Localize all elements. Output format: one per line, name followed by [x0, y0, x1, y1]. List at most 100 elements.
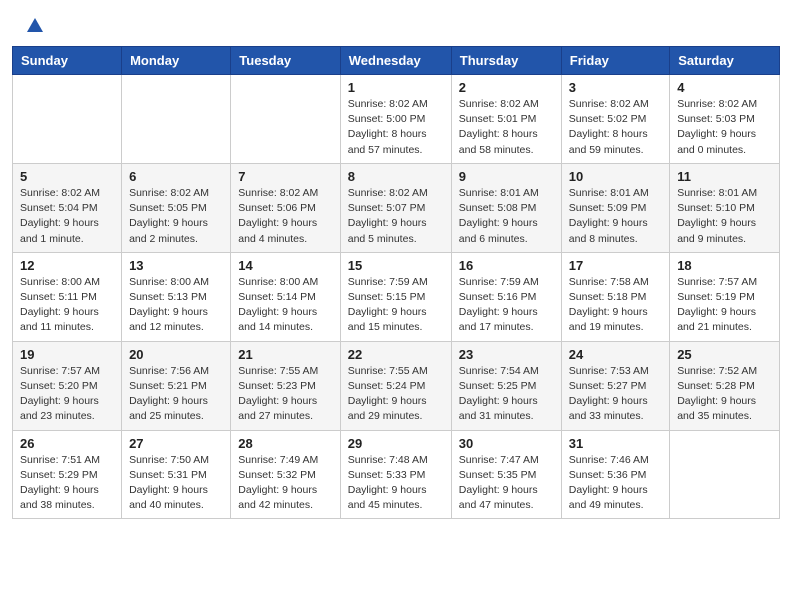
calendar-day-cell: 30 Sunrise: 7:47 AM Sunset: 5:35 PM Dayli…	[451, 430, 561, 519]
calendar-day-cell	[231, 75, 340, 164]
day-number: 2	[459, 80, 554, 95]
calendar-day-cell: 9Sunrise: 8:01 AM Sunset: 5:08 PM Daylig…	[451, 163, 561, 252]
calendar-week-row: 26 Sunrise: 7:51 AM Sunset: 5:29 PM Dayli…	[13, 430, 780, 519]
calendar-day-cell: 15 Sunrise: 7:59 AM Sunset: 5:15 PM Dayli…	[340, 252, 451, 341]
calendar-day-cell: 7 Sunrise: 8:02 AM Sunset: 5:06 PM Daylig…	[231, 163, 340, 252]
calendar-day-cell: 27 Sunrise: 7:50 AM Sunset: 5:31 PM Dayli…	[122, 430, 231, 519]
day-number: 25	[677, 347, 772, 362]
day-number: 7	[238, 169, 332, 184]
calendar-day-cell: 12Sunrise: 8:00 AM Sunset: 5:11 PM Dayli…	[13, 252, 122, 341]
day-number: 31	[569, 436, 662, 451]
logo	[24, 18, 44, 36]
calendar-day-cell: 4 Sunrise: 8:02 AM Sunset: 5:03 PM Daylig…	[670, 75, 780, 164]
day-info: Sunrise: 8:02 AM Sunset: 5:00 PM Dayligh…	[348, 97, 444, 158]
calendar-day-cell: 1 Sunrise: 8:02 AM Sunset: 5:00 PM Daylig…	[340, 75, 451, 164]
day-number: 29	[348, 436, 444, 451]
calendar-day-cell: 25 Sunrise: 7:52 AM Sunset: 5:28 PM Dayli…	[670, 341, 780, 430]
day-number: 4	[677, 80, 772, 95]
day-number: 10	[569, 169, 662, 184]
dow-header: Saturday	[670, 47, 780, 75]
day-info: Sunrise: 7:59 AM Sunset: 5:16 PM Dayligh…	[459, 275, 554, 336]
day-info: Sunrise: 8:02 AM Sunset: 5:03 PM Dayligh…	[677, 97, 772, 158]
calendar-day-cell: 3Sunrise: 8:02 AM Sunset: 5:02 PM Daylig…	[561, 75, 669, 164]
day-number: 12	[20, 258, 114, 273]
day-number: 9	[459, 169, 554, 184]
calendar-day-cell: 22 Sunrise: 7:55 AM Sunset: 5:24 PM Dayli…	[340, 341, 451, 430]
day-number: 1	[348, 80, 444, 95]
calendar-wrapper: SundayMondayTuesdayWednesdayThursdayFrid…	[0, 46, 792, 531]
logo-triangle-icon	[26, 16, 44, 34]
calendar-day-cell: 6 Sunrise: 8:02 AM Sunset: 5:05 PM Daylig…	[122, 163, 231, 252]
day-info: Sunrise: 7:46 AM Sunset: 5:36 PM Dayligh…	[569, 453, 662, 514]
day-number: 11	[677, 169, 772, 184]
day-info: Sunrise: 7:47 AM Sunset: 5:35 PM Dayligh…	[459, 453, 554, 514]
day-info: Sunrise: 7:53 AM Sunset: 5:27 PM Dayligh…	[569, 364, 662, 425]
day-number: 22	[348, 347, 444, 362]
day-info: Sunrise: 8:02 AM Sunset: 5:07 PM Dayligh…	[348, 186, 444, 247]
day-number: 23	[459, 347, 554, 362]
calendar-table: SundayMondayTuesdayWednesdayThursdayFrid…	[12, 46, 780, 519]
dow-header: Sunday	[13, 47, 122, 75]
day-number: 16	[459, 258, 554, 273]
day-number: 18	[677, 258, 772, 273]
day-info: Sunrise: 8:02 AM Sunset: 5:04 PM Dayligh…	[20, 186, 114, 247]
calendar-day-cell: 26 Sunrise: 7:51 AM Sunset: 5:29 PM Dayli…	[13, 430, 122, 519]
day-info: Sunrise: 8:02 AM Sunset: 5:06 PM Dayligh…	[238, 186, 332, 247]
calendar-day-cell	[122, 75, 231, 164]
calendar-week-row: 1 Sunrise: 8:02 AM Sunset: 5:00 PM Daylig…	[13, 75, 780, 164]
day-info: Sunrise: 7:50 AM Sunset: 5:31 PM Dayligh…	[129, 453, 223, 514]
day-number: 27	[129, 436, 223, 451]
calendar-day-cell: 29 Sunrise: 7:48 AM Sunset: 5:33 PM Dayli…	[340, 430, 451, 519]
day-number: 30	[459, 436, 554, 451]
page: SundayMondayTuesdayWednesdayThursdayFrid…	[0, 0, 792, 612]
calendar-day-cell: 18 Sunrise: 7:57 AM Sunset: 5:19 PM Dayli…	[670, 252, 780, 341]
calendar-day-cell: 16 Sunrise: 7:59 AM Sunset: 5:16 PM Dayli…	[451, 252, 561, 341]
day-number: 28	[238, 436, 332, 451]
day-number: 17	[569, 258, 662, 273]
day-info: Sunrise: 8:02 AM Sunset: 5:01 PM Dayligh…	[459, 97, 554, 158]
day-info: Sunrise: 7:59 AM Sunset: 5:15 PM Dayligh…	[348, 275, 444, 336]
calendar-day-cell: 10 Sunrise: 8:01 AM Sunset: 5:09 PM Dayli…	[561, 163, 669, 252]
dow-header: Tuesday	[231, 47, 340, 75]
day-info: Sunrise: 8:02 AM Sunset: 5:05 PM Dayligh…	[129, 186, 223, 247]
day-number: 15	[348, 258, 444, 273]
calendar-day-cell: 5 Sunrise: 8:02 AM Sunset: 5:04 PM Daylig…	[13, 163, 122, 252]
day-info: Sunrise: 7:48 AM Sunset: 5:33 PM Dayligh…	[348, 453, 444, 514]
calendar-day-cell: 17 Sunrise: 7:58 AM Sunset: 5:18 PM Dayli…	[561, 252, 669, 341]
calendar-day-cell: 8 Sunrise: 8:02 AM Sunset: 5:07 PM Daylig…	[340, 163, 451, 252]
day-info: Sunrise: 7:54 AM Sunset: 5:25 PM Dayligh…	[459, 364, 554, 425]
calendar-day-cell: 23 Sunrise: 7:54 AM Sunset: 5:25 PM Dayli…	[451, 341, 561, 430]
day-info: Sunrise: 7:58 AM Sunset: 5:18 PM Dayligh…	[569, 275, 662, 336]
calendar-week-row: 19Sunrise: 7:57 AM Sunset: 5:20 PM Dayli…	[13, 341, 780, 430]
calendar-day-cell: 24 Sunrise: 7:53 AM Sunset: 5:27 PM Dayli…	[561, 341, 669, 430]
day-number: 24	[569, 347, 662, 362]
calendar-day-cell: 28Sunrise: 7:49 AM Sunset: 5:32 PM Dayli…	[231, 430, 340, 519]
calendar-day-cell: 13Sunrise: 8:00 AM Sunset: 5:13 PM Dayli…	[122, 252, 231, 341]
dow-header: Wednesday	[340, 47, 451, 75]
day-info: Sunrise: 7:57 AM Sunset: 5:19 PM Dayligh…	[677, 275, 772, 336]
day-info: Sunrise: 7:52 AM Sunset: 5:28 PM Dayligh…	[677, 364, 772, 425]
day-info: Sunrise: 7:56 AM Sunset: 5:21 PM Dayligh…	[129, 364, 223, 425]
calendar-day-cell	[13, 75, 122, 164]
day-info: Sunrise: 7:55 AM Sunset: 5:24 PM Dayligh…	[348, 364, 444, 425]
day-number: 5	[20, 169, 114, 184]
calendar-day-cell	[670, 430, 780, 519]
day-number: 8	[348, 169, 444, 184]
calendar-day-cell: 14 Sunrise: 8:00 AM Sunset: 5:14 PM Dayli…	[231, 252, 340, 341]
day-number: 14	[238, 258, 332, 273]
day-number: 20	[129, 347, 223, 362]
calendar-day-cell: 20 Sunrise: 7:56 AM Sunset: 5:21 PM Dayli…	[122, 341, 231, 430]
day-info: Sunrise: 8:02 AM Sunset: 5:02 PM Dayligh…	[569, 97, 662, 158]
day-info: Sunrise: 8:01 AM Sunset: 5:09 PM Dayligh…	[569, 186, 662, 247]
day-info: Sunrise: 8:01 AM Sunset: 5:10 PM Dayligh…	[677, 186, 772, 247]
calendar-day-cell: 2 Sunrise: 8:02 AM Sunset: 5:01 PM Daylig…	[451, 75, 561, 164]
day-number: 26	[20, 436, 114, 451]
calendar-day-cell: 31 Sunrise: 7:46 AM Sunset: 5:36 PM Dayli…	[561, 430, 669, 519]
day-number: 6	[129, 169, 223, 184]
calendar-day-cell: 19Sunrise: 7:57 AM Sunset: 5:20 PM Dayli…	[13, 341, 122, 430]
dow-header: Thursday	[451, 47, 561, 75]
day-info: Sunrise: 8:00 AM Sunset: 5:14 PM Dayligh…	[238, 275, 332, 336]
day-info: Sunrise: 7:51 AM Sunset: 5:29 PM Dayligh…	[20, 453, 114, 514]
header-row: SundayMondayTuesdayWednesdayThursdayFrid…	[13, 47, 780, 75]
day-number: 21	[238, 347, 332, 362]
